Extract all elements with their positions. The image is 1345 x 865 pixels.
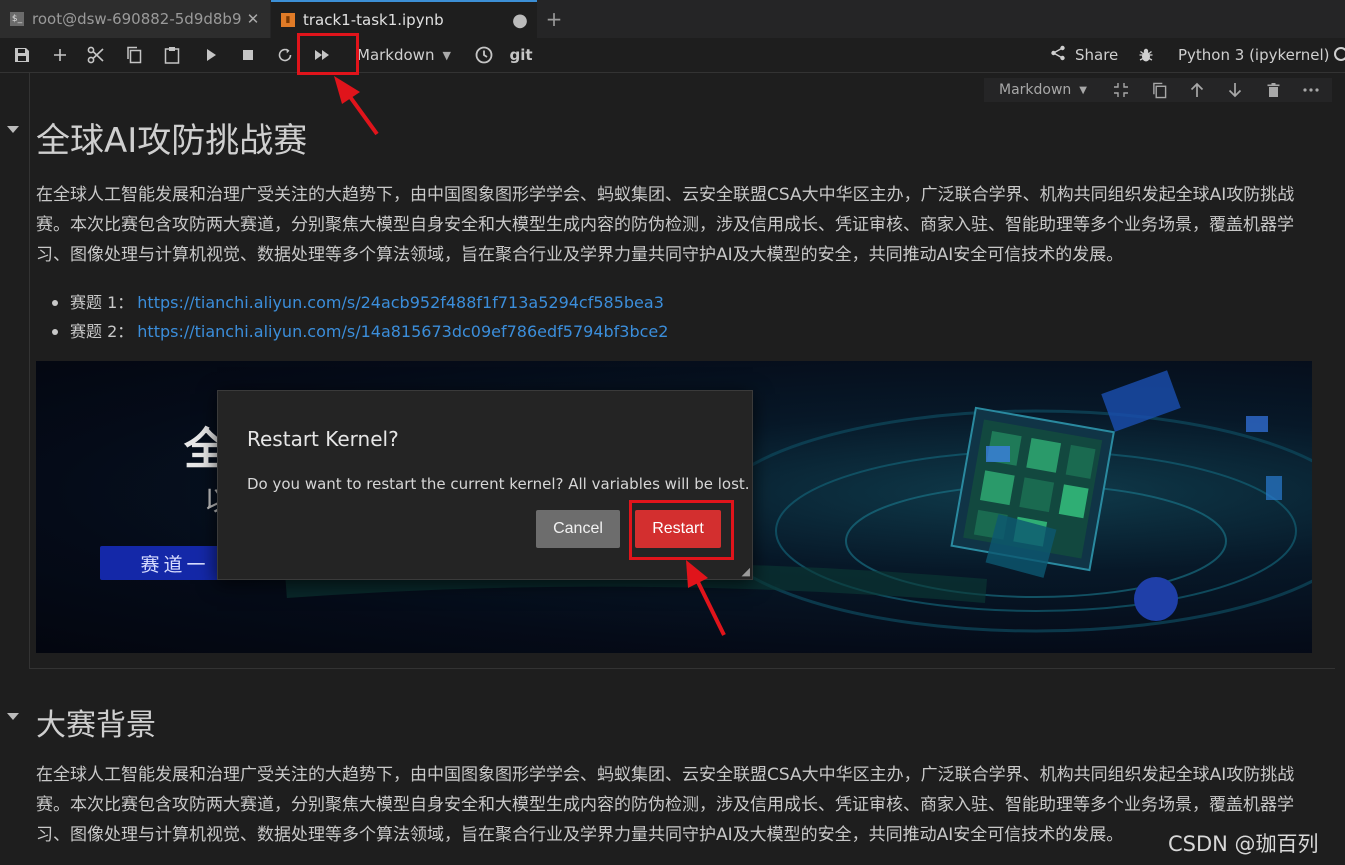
annotation-arrow-line: [346, 92, 379, 136]
annotation-arrow-head: [334, 76, 360, 104]
annotation-arrows: [334, 76, 726, 636]
annotation-arrow-line: [695, 579, 726, 636]
watermark: CSDN @珈百列: [1168, 832, 1319, 856]
